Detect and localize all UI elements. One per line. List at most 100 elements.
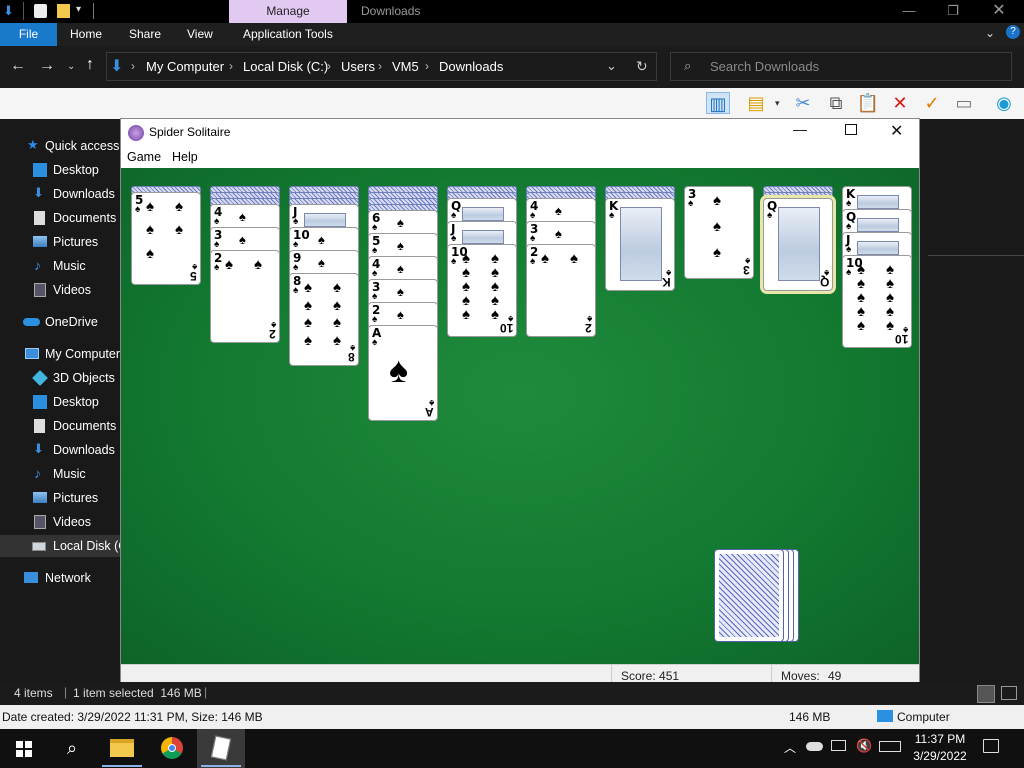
recent-locations-icon[interactable]: ⌄: [67, 61, 75, 72]
breadcrumb-users[interactable]: Users: [341, 59, 375, 74]
sidebar-item-network[interactable]: Network: [0, 567, 120, 589]
playing-card[interactable]: 10 ♠ 10 ♠ ♠ ♠ ♠ ♠ ♠ ♠ ♠ ♠ ♠ ♠: [447, 244, 517, 337]
sidebar-item-documents-2[interactable]: Documents: [0, 415, 120, 437]
minimize-button[interactable]: —: [886, 2, 932, 22]
playing-card[interactable]: 2 ♠ 2 ♠ ♠ ♠: [526, 244, 596, 337]
sidebar-item-documents[interactable]: Documents: [0, 207, 120, 229]
spade-icon: ♠: [713, 192, 721, 209]
spade-icon: ♠: [507, 313, 513, 324]
chevron-right-icon[interactable]: ›: [131, 59, 135, 73]
chevron-right-icon[interactable]: ›: [378, 59, 382, 73]
sidebar-item-desktop[interactable]: Desktop: [0, 159, 120, 181]
start-button[interactable]: [0, 729, 48, 768]
clock-time[interactable]: 11:37 PM: [908, 732, 972, 746]
tab-application-tools[interactable]: Application Tools: [243, 23, 333, 46]
tab-file[interactable]: File: [0, 23, 57, 46]
playing-card[interactable]: 8 ♠ 8 ♠ ♠ ♠ ♠ ♠ ♠ ♠ ♠ ♠: [289, 273, 359, 366]
playing-card[interactable]: 10 ♠ 10 ♠ ♠ ♠ ♠ ♠ ♠ ♠ ♠ ♠ ♠ ♠: [842, 255, 912, 348]
desktop-icon: [33, 163, 47, 177]
spider-solitaire-window[interactable]: Spider Solitaire — ✕ Game Help 5 ♠ 5 ♠ ♠ ♠ ♠ ♠ ♠…: [120, 118, 920, 686]
cloud-icon[interactable]: [806, 742, 823, 751]
ribbon-expand-icon[interactable]: ⌄: [985, 26, 995, 40]
sidebar-item-my-computer[interactable]: My Computer: [0, 343, 120, 365]
sidebar-item-videos-2[interactable]: Videos: [0, 511, 120, 533]
up-arrow-icon[interactable]: ↑: [86, 56, 94, 74]
manage-tab[interactable]: Manage: [229, 0, 347, 23]
sidebar-item-videos[interactable]: Videos: [0, 279, 120, 301]
chevron-right-icon[interactable]: ›: [229, 59, 233, 73]
sidebar-item-pictures[interactable]: Pictures: [0, 231, 120, 253]
delete-icon[interactable]: ✕: [888, 92, 912, 114]
search-icon[interactable]: ⌕: [48, 729, 96, 768]
tab-view[interactable]: View: [187, 23, 213, 46]
playing-card[interactable]: K ♠ K ♠: [605, 198, 675, 291]
quick-access-dropdown-icon[interactable]: ▾: [76, 4, 81, 15]
clock-date[interactable]: 3/29/2022: [908, 749, 972, 763]
sidebar-item-pictures-2[interactable]: Pictures: [0, 487, 120, 509]
new-folder-icon[interactable]: [57, 4, 70, 18]
sidebar-label: Downloads: [53, 443, 115, 457]
sidebar-label: Videos: [53, 515, 91, 529]
breadcrumb-vm5[interactable]: VM5: [392, 59, 419, 74]
explorer-status-bar: 4 items | 1 item selected 146 MB |: [0, 682, 1024, 705]
dropdown-icon[interactable]: ▾: [775, 98, 780, 109]
new-item-icon[interactable]: ▤: [744, 92, 768, 114]
down-arrow-icon[interactable]: ⬇: [3, 3, 17, 19]
playing-card[interactable]: 5 ♠ 5 ♠ ♠ ♠ ♠ ♠ ♠: [131, 192, 201, 285]
sidebar-item-onedrive[interactable]: OneDrive: [0, 311, 120, 333]
stock-pile[interactable]: [714, 549, 814, 649]
details-view-icon[interactable]: [977, 685, 995, 703]
maximize-button[interactable]: ❐: [930, 2, 976, 22]
sidebar-item-desktop-2[interactable]: Desktop: [0, 391, 120, 413]
divider: [928, 255, 1024, 256]
document-icon: [34, 211, 45, 225]
chevron-right-icon[interactable]: ›: [425, 59, 429, 73]
properties-icon[interactable]: [34, 4, 47, 18]
videos-icon: [34, 515, 46, 529]
checkmark-icon[interactable]: ✓: [920, 92, 944, 114]
paste-icon[interactable]: 📋: [856, 92, 880, 114]
breadcrumb-downloads[interactable]: Downloads: [439, 59, 503, 74]
playing-card[interactable]: A ♠ A ♠ ♠: [368, 325, 438, 421]
stock-card[interactable]: [714, 549, 784, 642]
spade-icon: ♠: [451, 256, 457, 267]
sidebar-item-downloads-2[interactable]: ⬇ Downloads: [0, 439, 120, 461]
network-status-icon[interactable]: [831, 740, 846, 751]
address-dropdown-icon[interactable]: ⌄: [606, 58, 617, 74]
breadcrumb-local-disk[interactable]: Local Disk (C:): [243, 59, 328, 74]
volume-muted-icon[interactable]: 🔇: [856, 738, 872, 754]
large-icons-view-icon[interactable]: [1001, 686, 1017, 700]
breadcrumb-my-computer[interactable]: My Computer: [146, 59, 224, 74]
keyboard-icon[interactable]: [879, 741, 901, 752]
active-indicator: [201, 765, 241, 767]
sidebar-item-music[interactable]: ♪ Music: [0, 255, 120, 277]
notifications-icon[interactable]: [983, 739, 999, 753]
sidebar-item-downloads[interactable]: ⬇ Downloads: [0, 183, 120, 205]
face-card-art: [778, 207, 820, 281]
tab-home[interactable]: Home: [70, 23, 102, 46]
globe-icon[interactable]: ◉: [992, 92, 1016, 114]
file-explorer-taskbar-button[interactable]: [98, 729, 146, 768]
solitaire-taskbar-button[interactable]: [197, 729, 245, 768]
help-icon[interactable]: ?: [1006, 25, 1020, 39]
chrome-taskbar-button[interactable]: [148, 729, 196, 768]
playing-card[interactable]: 2 ♠ 2 ♠ ♠ ♠: [210, 250, 280, 343]
rename-icon[interactable]: ▭: [952, 92, 976, 114]
cut-icon[interactable]: ✂: [791, 92, 815, 114]
layout-pane-icon[interactable]: ▥: [706, 92, 730, 114]
show-hidden-icons-icon[interactable]: ︿: [784, 739, 796, 756]
back-arrow-icon[interactable]: ←: [10, 57, 26, 75]
playing-card[interactable]: 3 ♠ 3 ♠ ♠ ♠ ♠: [684, 186, 754, 279]
file-list-area[interactable]: [920, 119, 1024, 682]
forward-arrow-icon[interactable]: →: [39, 57, 55, 75]
sidebar-item-quick-access[interactable]: ★ Quick access: [0, 135, 120, 157]
chevron-right-icon[interactable]: ›: [327, 59, 331, 73]
playing-card[interactable]: Q ♠ Q ♠: [763, 198, 833, 291]
sidebar-item-local-disk[interactable]: Local Disk (C: [0, 535, 120, 557]
sidebar-item-music-2[interactable]: ♪ Music: [0, 463, 120, 485]
copy-icon[interactable]: ⧉: [824, 92, 848, 114]
close-button[interactable]: ✕: [976, 2, 1022, 22]
refresh-icon[interactable]: ↻: [636, 58, 648, 75]
sidebar-item-3d-objects[interactable]: 3D Objects: [0, 367, 120, 389]
tab-share[interactable]: Share: [129, 23, 161, 46]
